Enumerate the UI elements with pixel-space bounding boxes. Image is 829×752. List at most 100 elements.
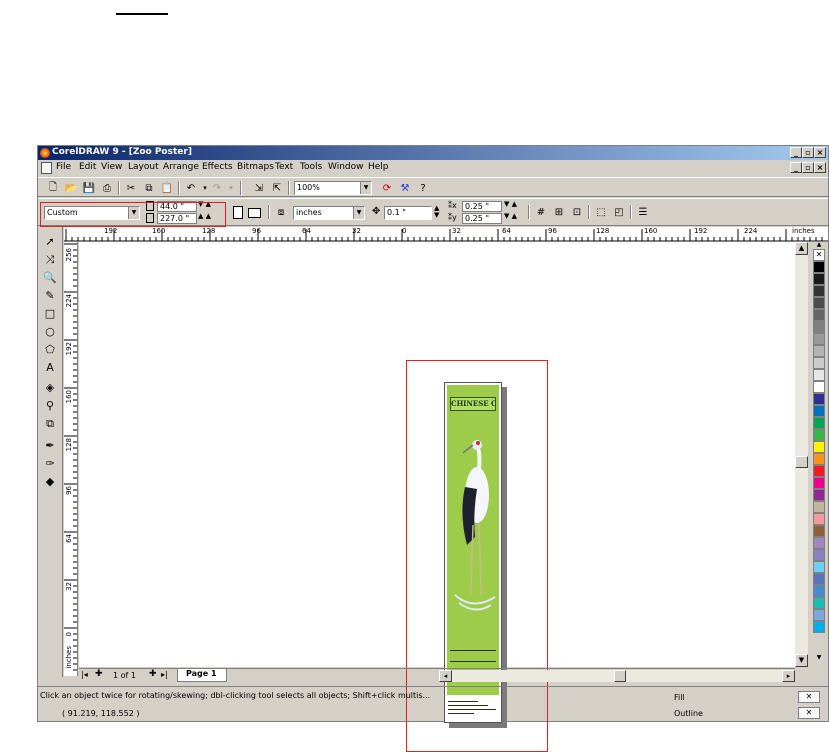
draw-objects-as-selected-icon[interactable]: ◰ — [612, 205, 626, 219]
vertical-scrollbar[interactable]: ▲ ▼ — [795, 242, 808, 667]
freehand-tool-icon[interactable]: ✎ — [41, 287, 59, 304]
menu-effects[interactable]: Effects — [202, 162, 233, 172]
palette-scroll-down-icon[interactable]: ▼ — [813, 655, 825, 661]
cut-icon[interactable]: ✂ — [124, 181, 138, 195]
landscape-icon[interactable] — [248, 208, 261, 218]
doc-minimize-button[interactable]: _ — [790, 162, 802, 173]
fill-tool-icon[interactable]: ◆ — [41, 473, 59, 490]
zoom-level-combo[interactable]: 100% ▼ — [294, 181, 372, 195]
horizontal-scroll-thumb[interactable] — [614, 670, 626, 682]
vertical-scroll-thumb[interactable] — [795, 456, 808, 468]
palette-swatch[interactable] — [813, 561, 825, 573]
palette-swatch[interactable] — [813, 525, 825, 537]
scroll-down-icon[interactable]: ▼ — [795, 654, 808, 667]
menu-view[interactable]: View — [101, 162, 122, 172]
palette-swatch[interactable] — [813, 513, 825, 525]
palette-swatch[interactable] — [813, 273, 825, 285]
menu-tools[interactable]: Tools — [300, 162, 322, 172]
palette-swatch[interactable] — [813, 429, 825, 441]
palette-swatch[interactable] — [813, 261, 825, 273]
palette-swatch[interactable] — [813, 345, 825, 357]
snap-to-objects-icon[interactable]: ⊡ — [570, 205, 584, 219]
restore-button[interactable]: ▫ — [802, 147, 814, 158]
no-outline-icon[interactable]: ✕ — [798, 707, 820, 719]
corel-online-icon[interactable]: ⚒ — [398, 181, 412, 195]
palette-swatch[interactable] — [813, 489, 825, 501]
doc-close-button[interactable]: × — [814, 162, 826, 173]
menu-file[interactable]: File — [56, 162, 71, 172]
no-color-swatch[interactable]: ✕ — [813, 249, 825, 261]
snap-to-guidelines-icon[interactable]: ⊞ — [552, 205, 566, 219]
palette-swatch[interactable] — [813, 357, 825, 369]
palette-scroll-up-icon[interactable]: ▲ — [813, 242, 825, 248]
tab-page-1[interactable]: Page 1 — [177, 669, 227, 682]
horizontal-ruler[interactable]: 192 160 128 96 64 32 0 32 64 96 128 160 … — [64, 227, 828, 242]
palette-swatch[interactable] — [813, 465, 825, 477]
menu-text[interactable]: Text — [275, 162, 293, 172]
first-page-icon[interactable]: |◂ — [81, 670, 88, 679]
duplicate-x-field[interactable]: 0.25 " — [462, 201, 502, 212]
save-icon[interactable]: 💾 — [82, 181, 96, 195]
scroll-up-icon[interactable]: ▲ — [795, 242, 808, 255]
polygon-tool-icon[interactable]: ⬠ — [41, 341, 59, 358]
export-icon[interactable]: ⇱ — [270, 181, 284, 195]
eyedropper-tool-icon[interactable]: ✒ — [41, 437, 59, 454]
palette-swatch[interactable] — [813, 573, 825, 585]
ellipse-tool-icon[interactable]: ○ — [41, 323, 59, 340]
chevron-down-icon[interactable]: ▼ — [353, 207, 364, 219]
menu-bitmaps[interactable]: Bitmaps — [237, 162, 274, 172]
menu-arrange[interactable]: Arrange — [163, 162, 199, 172]
redo-icon[interactable]: ↷ — [210, 181, 224, 195]
palette-swatch[interactable] — [813, 597, 825, 609]
palette-swatch[interactable] — [813, 477, 825, 489]
copy-icon[interactable]: ⧉ — [142, 181, 156, 195]
no-fill-icon[interactable]: ✕ — [798, 691, 820, 703]
undo-icon[interactable]: ↶ — [184, 181, 198, 195]
interactive-fill-tool-icon[interactable]: ◈ — [41, 379, 59, 396]
palette-swatch[interactable] — [813, 537, 825, 549]
vertical-ruler[interactable]: 256 224 192 160 128 96 64 32 0 inches — [64, 242, 78, 676]
palette-swatch[interactable] — [813, 381, 825, 393]
transparency-tool-icon[interactable]: ⚲ — [41, 397, 59, 414]
units-combo[interactable]: inches ▼ — [293, 206, 365, 220]
scroll-left-icon[interactable]: ◂ — [439, 670, 452, 682]
whats-this-help-icon[interactable]: ? — [416, 181, 430, 195]
text-tool-icon[interactable]: A — [41, 359, 59, 376]
menu-help[interactable]: Help — [368, 162, 389, 172]
options-icon[interactable]: ☰ — [636, 205, 650, 219]
close-button[interactable]: × — [814, 147, 826, 158]
rectangle-tool-icon[interactable]: □ — [41, 305, 59, 322]
palette-swatch[interactable] — [813, 297, 825, 309]
horizontal-scrollbar[interactable]: ◂ ▸ — [439, 670, 795, 682]
chevron-down-icon[interactable]: ▼ — [360, 182, 371, 194]
palette-swatch[interactable] — [813, 453, 825, 465]
import-icon[interactable]: ⇲ — [252, 181, 266, 195]
palette-swatch[interactable] — [813, 405, 825, 417]
poster-green-panel[interactable]: CHINESE CRANES — [447, 385, 499, 695]
print-icon[interactable]: ⎙ — [100, 181, 114, 195]
menu-layout[interactable]: Layout — [128, 162, 159, 172]
open-folder-icon[interactable]: 📂 — [64, 181, 78, 195]
redo-dropdown-icon[interactable]: ▾ — [224, 181, 238, 195]
palette-swatch[interactable] — [813, 333, 825, 345]
palette-swatch[interactable] — [813, 441, 825, 453]
last-page-icon[interactable]: ▸| — [161, 670, 168, 679]
palette-swatch[interactable] — [813, 285, 825, 297]
nudge-offset-field[interactable]: 0.1 " — [384, 206, 432, 220]
minimize-button[interactable]: _ — [790, 147, 802, 158]
coreldraw-app-icon[interactable] — [40, 148, 50, 158]
palette-swatch[interactable] — [813, 321, 825, 333]
pick-tool-icon[interactable]: ➚ — [41, 233, 59, 250]
add-page-after-icon[interactable]: ✚ — [149, 669, 157, 679]
duplicate-y-field[interactable]: 0.25 " — [462, 213, 502, 224]
add-page-before-icon[interactable]: ✚ — [95, 669, 103, 679]
paste-icon[interactable]: 📋 — [160, 181, 174, 195]
zoom-tool-icon[interactable]: 🔍 — [41, 269, 59, 286]
treat-as-filled-icon[interactable]: ⬚ — [594, 205, 608, 219]
palette-swatch[interactable] — [813, 417, 825, 429]
palette-swatch[interactable] — [813, 393, 825, 405]
shape-tool-icon[interactable]: ⤨ — [41, 251, 59, 268]
snap-to-grid-icon[interactable]: # — [534, 205, 548, 219]
palette-swatch[interactable] — [813, 501, 825, 513]
palette-swatch[interactable] — [813, 369, 825, 381]
